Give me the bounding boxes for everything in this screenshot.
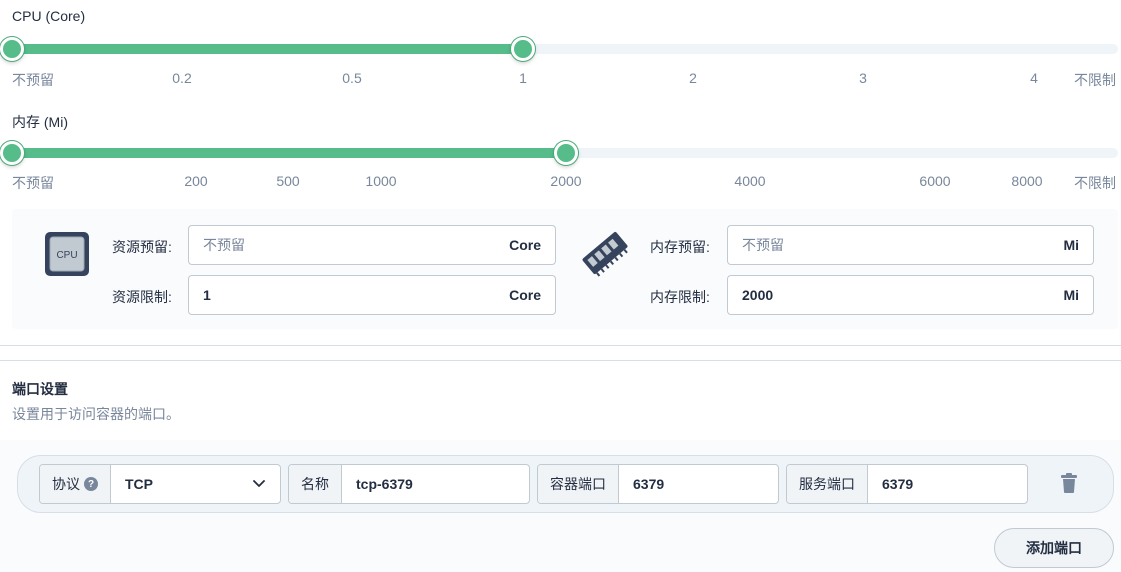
memory-slider-title: 内存 (Mi) — [12, 114, 68, 130]
cpu-request-placeholder: 不预留 — [203, 237, 245, 253]
memory-request-input[interactable]: 不预留 Mi — [727, 225, 1094, 265]
service-port-value[interactable]: 6379 — [868, 465, 1027, 503]
memory-tick[interactable]: 500 — [276, 173, 299, 189]
service-port-input[interactable]: 服务端口 6379 — [786, 464, 1028, 504]
memory-tick[interactable]: 4000 — [734, 173, 765, 189]
cpu-limit-unit: Core — [509, 287, 541, 303]
port-section-description: 设置用于访问容器的端口。 — [12, 406, 180, 422]
cpu-request-input[interactable]: 不预留 Core — [188, 225, 556, 265]
memory-limit-unit: Mi — [1063, 287, 1079, 303]
cpu-slider-max-thumb[interactable] — [511, 37, 535, 61]
memory-tick[interactable]: 2000 — [550, 173, 581, 189]
memory-request-unit: Mi — [1063, 237, 1079, 253]
cpu-tick[interactable]: 3 — [859, 70, 867, 86]
protocol-value-box[interactable]: TCP — [111, 465, 280, 503]
memory-tick[interactable]: 不预留 — [12, 173, 54, 193]
cpu-tick[interactable]: 1 — [519, 70, 527, 86]
chevron-down-icon[interactable] — [252, 476, 266, 493]
memory-tick[interactable]: 1000 — [365, 173, 396, 189]
trash-icon[interactable] — [1059, 472, 1079, 494]
container-port-input[interactable]: 容器端口 6379 — [537, 464, 779, 504]
memory-tick[interactable]: 6000 — [919, 173, 950, 189]
cpu-slider-title: CPU (Core) — [12, 8, 86, 24]
cpu-slider-min-thumb[interactable] — [0, 37, 24, 61]
memory-request-placeholder: 不预留 — [742, 237, 784, 253]
memory-limit-input[interactable]: 2000 Mi — [727, 275, 1094, 315]
port-name-input[interactable]: 名称 tcp-6379 — [288, 464, 530, 504]
port-section-title: 端口设置 — [12, 381, 68, 397]
cpu-limit-value: 1 — [203, 287, 211, 303]
protocol-prefix: 协议 ? — [40, 465, 111, 503]
memory-slider-range — [12, 148, 566, 158]
cpu-tick[interactable]: 0.2 — [172, 70, 191, 86]
help-icon[interactable]: ? — [84, 477, 98, 491]
memory-limit-value: 2000 — [742, 287, 774, 303]
cpu-slider-range — [12, 44, 523, 54]
memory-limit-label: 内存限制: — [650, 289, 710, 305]
cpu-tick[interactable]: 2 — [689, 70, 697, 86]
port-name-label: 名称 — [289, 465, 342, 503]
cpu-chip-icon: CPU — [44, 231, 90, 277]
cpu-tick[interactable]: 4 — [1030, 70, 1038, 86]
service-port-label: 服务端口 — [787, 465, 868, 503]
memory-request-label: 内存预留: — [650, 239, 710, 255]
protocol-value: TCP — [125, 476, 153, 492]
container-port-value[interactable]: 6379 — [619, 465, 778, 503]
cpu-request-label: 资源预留: — [112, 239, 172, 255]
memory-tick[interactable]: 8000 — [1011, 173, 1042, 189]
divider — [0, 360, 1121, 361]
memory-tick[interactable]: 不限制 — [1074, 173, 1116, 193]
divider — [0, 345, 1121, 346]
protocol-select[interactable]: 协议 ? TCP — [39, 464, 281, 504]
cpu-request-unit: Core — [509, 237, 541, 253]
port-name-value[interactable]: tcp-6379 — [342, 465, 529, 503]
memory-tick[interactable]: 200 — [184, 173, 207, 189]
cpu-limit-label: 资源限制: — [112, 289, 172, 305]
cpu-tick[interactable]: 不限制 — [1074, 70, 1116, 90]
protocol-label: 协议 — [52, 476, 80, 492]
memory-slider-min-thumb[interactable] — [0, 141, 24, 165]
cpu-tick[interactable]: 不预留 — [12, 70, 54, 90]
cpu-tick[interactable]: 0.5 — [342, 70, 361, 86]
add-port-button[interactable]: 添加端口 — [994, 528, 1114, 568]
svg-text:CPU: CPU — [56, 250, 77, 261]
container-port-label: 容器端口 — [538, 465, 619, 503]
cpu-limit-input[interactable]: 1 Core — [188, 275, 556, 315]
memory-stick-icon — [580, 228, 630, 278]
memory-slider-max-thumb[interactable] — [554, 141, 578, 165]
